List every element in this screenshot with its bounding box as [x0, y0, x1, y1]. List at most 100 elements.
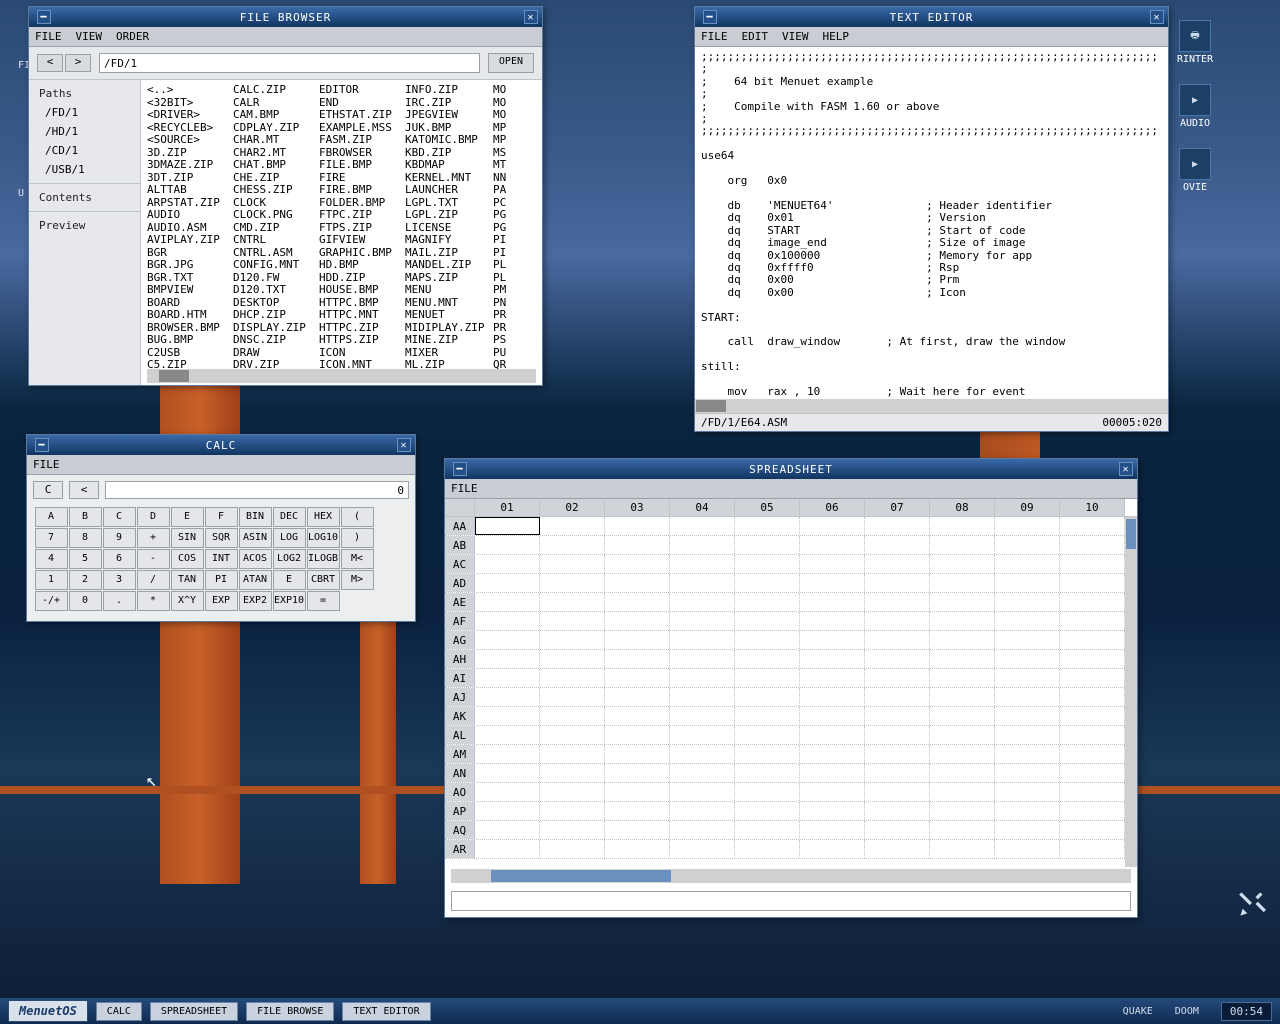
cell[interactable]: [800, 726, 865, 744]
cell[interactable]: [605, 688, 670, 706]
cell[interactable]: [475, 688, 540, 706]
cell[interactable]: [1060, 555, 1125, 573]
spreadsheet-titlebar[interactable]: ━ SPREADSHEET ✕: [445, 459, 1137, 479]
calc-key[interactable]: /: [137, 570, 170, 590]
cell[interactable]: [605, 764, 670, 782]
cell[interactable]: [800, 802, 865, 820]
cell[interactable]: [800, 612, 865, 630]
calc-key[interactable]: COS: [171, 549, 204, 569]
desktop-icon[interactable]: ▶AUDIO: [1172, 84, 1218, 132]
cell[interactable]: [605, 783, 670, 801]
cell[interactable]: [540, 840, 605, 858]
cell[interactable]: [865, 840, 930, 858]
cell[interactable]: [670, 821, 735, 839]
row-header[interactable]: AP: [445, 802, 475, 820]
cell[interactable]: [540, 821, 605, 839]
cell[interactable]: [670, 536, 735, 554]
calc-key[interactable]: EXP: [205, 591, 238, 611]
cell[interactable]: [670, 517, 735, 535]
cell[interactable]: [475, 745, 540, 763]
calc-key[interactable]: 5: [69, 549, 102, 569]
cell[interactable]: [930, 612, 995, 630]
row-header[interactable]: AN: [445, 764, 475, 782]
calc-key[interactable]: F: [205, 507, 238, 527]
scroll-thumb[interactable]: [159, 370, 189, 382]
scroll-thumb[interactable]: [1126, 519, 1136, 549]
calc-key[interactable]: TAN: [171, 570, 204, 590]
sidebar-path-item[interactable]: /CD/1: [29, 141, 140, 160]
calc-key[interactable]: ATAN: [239, 570, 272, 590]
cell[interactable]: [735, 821, 800, 839]
cell[interactable]: [475, 517, 540, 535]
cell[interactable]: [735, 536, 800, 554]
row-header[interactable]: AF: [445, 612, 475, 630]
cell[interactable]: [995, 650, 1060, 668]
cell[interactable]: [735, 745, 800, 763]
cell[interactable]: [995, 821, 1060, 839]
cell[interactable]: [800, 574, 865, 592]
sidebar-path-item[interactable]: /FD/1: [29, 103, 140, 122]
row-header[interactable]: AQ: [445, 821, 475, 839]
cell[interactable]: [865, 650, 930, 668]
tools-icon[interactable]: [1238, 890, 1262, 914]
cell[interactable]: [1060, 650, 1125, 668]
cell[interactable]: [540, 745, 605, 763]
calc-key[interactable]: 2: [69, 570, 102, 590]
calc-key[interactable]: .: [103, 591, 136, 611]
open-button[interactable]: OPEN: [488, 53, 534, 73]
minimize-button[interactable]: ━: [453, 462, 467, 476]
cell[interactable]: [800, 745, 865, 763]
cell[interactable]: [800, 536, 865, 554]
row-header[interactable]: AH: [445, 650, 475, 668]
calc-key[interactable]: A: [35, 507, 68, 527]
calc-key[interactable]: ): [341, 528, 374, 548]
menu-file[interactable]: FILE: [701, 30, 728, 43]
cell[interactable]: [1060, 745, 1125, 763]
cell[interactable]: [605, 631, 670, 649]
editor-textarea[interactable]: ;;;;;;;;;;;;;;;;;;;;;;;;;;;;;;;;;;;;;;;;…: [695, 47, 1168, 399]
calc-key[interactable]: HEX: [307, 507, 340, 527]
cell[interactable]: [865, 555, 930, 573]
cell[interactable]: [865, 517, 930, 535]
cell[interactable]: [930, 783, 995, 801]
col-header[interactable]: 06: [800, 499, 865, 516]
cell[interactable]: [930, 574, 995, 592]
calc-key[interactable]: ILOGB: [307, 549, 340, 569]
calc-key[interactable]: E: [273, 570, 306, 590]
start-button[interactable]: MenuetOS: [8, 1000, 88, 1022]
scroll-thumb[interactable]: [491, 870, 671, 882]
cell[interactable]: [930, 764, 995, 782]
cell[interactable]: [540, 555, 605, 573]
cell[interactable]: [605, 555, 670, 573]
file-list-col[interactable]: INFO.ZIP IRC.ZIP JPEGVIEW JUK.BMP KATOMI…: [405, 84, 484, 367]
row-header[interactable]: AG: [445, 631, 475, 649]
menu-order[interactable]: ORDER: [116, 30, 149, 43]
cell[interactable]: [605, 574, 670, 592]
task-button[interactable]: FILE BROWSE: [246, 1002, 334, 1021]
calc-key[interactable]: SIN: [171, 528, 204, 548]
cell[interactable]: [865, 783, 930, 801]
row-header[interactable]: AE: [445, 593, 475, 611]
col-header[interactable]: 08: [930, 499, 995, 516]
calc-back-button[interactable]: <: [69, 481, 99, 499]
cell[interactable]: [670, 840, 735, 858]
cell[interactable]: [605, 536, 670, 554]
cell[interactable]: [865, 821, 930, 839]
calc-key[interactable]: 4: [35, 549, 68, 569]
task-button[interactable]: TEXT EDITOR: [342, 1002, 430, 1021]
cell[interactable]: [1060, 517, 1125, 535]
cell[interactable]: [1060, 764, 1125, 782]
cell[interactable]: [670, 631, 735, 649]
cell[interactable]: [735, 707, 800, 725]
cell[interactable]: [930, 631, 995, 649]
spreadsheet-vscrollbar[interactable]: [1125, 517, 1137, 867]
cell[interactable]: [930, 517, 995, 535]
cell[interactable]: [540, 612, 605, 630]
cell[interactable]: [475, 783, 540, 801]
cell[interactable]: [995, 612, 1060, 630]
calc-key[interactable]: E: [171, 507, 204, 527]
cell[interactable]: [735, 555, 800, 573]
cell[interactable]: [1060, 574, 1125, 592]
cell[interactable]: [995, 688, 1060, 706]
cell[interactable]: [735, 802, 800, 820]
